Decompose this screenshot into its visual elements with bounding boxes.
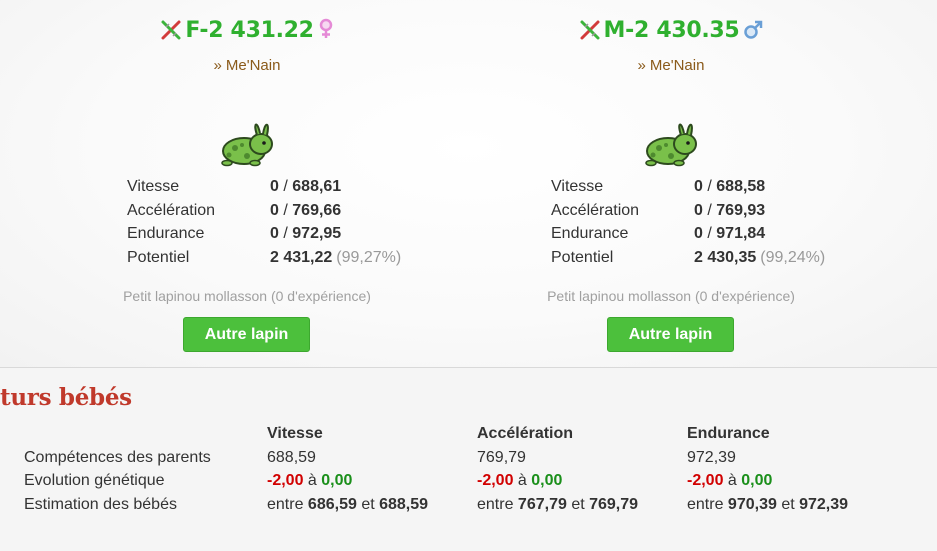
table-cell: -2,00 à 0,00 bbox=[687, 472, 773, 489]
table-cell: 769,79 bbox=[477, 448, 526, 466]
stat-value: 0 / 688,58 bbox=[694, 178, 766, 195]
owner-link[interactable]: » Me'Nain bbox=[461, 57, 881, 74]
stat-label: Vitesse bbox=[551, 178, 604, 195]
stat-value: 0 / 972,95 bbox=[270, 225, 342, 243]
female-symbol-icon bbox=[318, 18, 334, 46]
row-label: Compétences des parents bbox=[24, 448, 211, 466]
row-label: Evolution génétique bbox=[24, 472, 165, 489]
babies-section-title: turs bébés bbox=[0, 384, 132, 411]
table-cell: 688,59 bbox=[267, 448, 316, 466]
column-header-acceleration: Accélération bbox=[477, 425, 574, 442]
stat-value: 0 / 688,61 bbox=[270, 178, 342, 195]
stat-value: 0 / 971,84 bbox=[694, 225, 766, 243]
rabbit-sprite bbox=[217, 118, 277, 168]
dna-icon bbox=[579, 19, 601, 47]
stat-value: 2 431,22 (99,27%) bbox=[270, 248, 402, 266]
owner-prefix: » bbox=[637, 57, 646, 74]
rabbit-sprite bbox=[641, 118, 701, 168]
stat-label: Endurance bbox=[127, 225, 205, 243]
other-rabbit-button[interactable]: Autre lapin bbox=[183, 317, 310, 352]
rabbit-name-row: F-2 431.22 bbox=[37, 18, 457, 47]
stat-label: Potentiel bbox=[127, 248, 190, 266]
owner-name[interactable]: Me'Nain bbox=[226, 57, 281, 74]
male-symbol-icon bbox=[743, 20, 763, 46]
table-cell: 972,39 bbox=[687, 448, 736, 466]
stat-label: Potentiel bbox=[551, 248, 614, 266]
experience-text: Petit lapinou mollasson (0 d'expérience) bbox=[123, 288, 371, 304]
row-label: Estimation des bébés bbox=[24, 495, 177, 513]
table-cell: -2,00 à 0,00 bbox=[267, 472, 353, 489]
dna-icon bbox=[160, 19, 182, 47]
stat-label: Accélération bbox=[551, 201, 640, 219]
table-cell: entre 686,59 et 688,59 bbox=[267, 495, 429, 513]
stat-value: 0 / 769,93 bbox=[694, 201, 766, 219]
stat-value: 2 430,35 (99,24%) bbox=[694, 248, 826, 266]
potential-percent: (99,24%) bbox=[760, 248, 826, 266]
stat-label: Accélération bbox=[127, 201, 216, 219]
stat-label: Endurance bbox=[551, 225, 629, 243]
table-cell: -2,00 à 0,00 bbox=[477, 472, 563, 489]
rabbit-name: F-2 431.22 bbox=[185, 18, 314, 43]
owner-name[interactable]: Me'Nain bbox=[650, 57, 705, 74]
potential-percent: (99,27%) bbox=[336, 248, 402, 266]
other-rabbit-button[interactable]: Autre lapin bbox=[607, 317, 734, 352]
rabbit-name: M-2 430.35 bbox=[603, 18, 740, 43]
rabbit-name-row: M-2 430.35 bbox=[461, 18, 881, 47]
owner-link[interactable]: » Me'Nain bbox=[37, 57, 457, 74]
table-cell: entre 970,39 et 972,39 bbox=[687, 495, 849, 513]
table-cell: entre 767,79 et 769,79 bbox=[477, 495, 639, 513]
column-header-endurance: Endurance bbox=[687, 425, 770, 442]
stat-value: 0 / 769,66 bbox=[270, 201, 342, 219]
column-header-speed: Vitesse bbox=[267, 425, 323, 442]
experience-text: Petit lapinou mollasson (0 d'expérience) bbox=[547, 288, 795, 304]
stat-label: Vitesse bbox=[127, 178, 180, 195]
owner-prefix: » bbox=[213, 57, 222, 74]
